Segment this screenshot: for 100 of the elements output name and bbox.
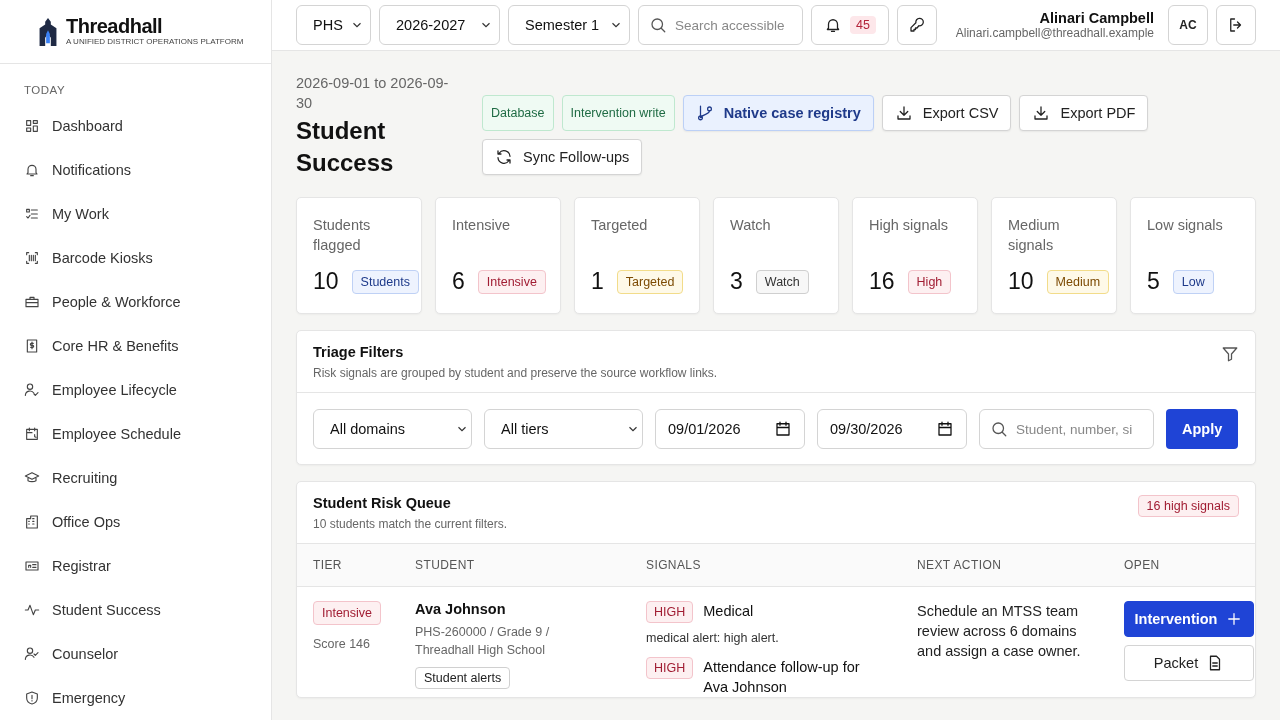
student-details: PHS-260000 / Grade 9 / Threadhall High School	[415, 624, 551, 659]
risk-score: Score 146	[313, 637, 370, 651]
sidebar-item[interactable]: Core HR & Benefits	[24, 324, 271, 368]
student-name: Ava Johnson	[415, 601, 506, 617]
column-header: SIGNALS	[646, 558, 702, 572]
user-check-icon	[24, 382, 40, 398]
stat-label: Low signals	[1147, 216, 1224, 235]
stat-label: Medium signals	[1008, 216, 1061, 255]
export-button[interactable]: Export PDF	[1019, 95, 1149, 131]
stat-label: High signals	[869, 216, 949, 235]
sidebar-item[interactable]: Notifications	[24, 148, 271, 192]
sidebar-item[interactable]: People & Workforce	[24, 280, 271, 324]
signal-title: Medical	[703, 602, 755, 621]
domain-select[interactable]: All domains	[313, 409, 472, 449]
next-action-text: Schedule an MTSS team review across 6 domains and assign a case owner.	[917, 602, 1082, 661]
sidebar-item[interactable]: Recruiting	[24, 456, 271, 500]
stat-value: 10	[313, 268, 339, 295]
select-field[interactable]: 2026-2027	[379, 5, 500, 45]
sidebar-item[interactable]: My Work	[24, 192, 271, 236]
sidebar-item[interactable]: Office Ops	[24, 500, 271, 544]
sync-button[interactable]: Sync Follow-ups	[482, 139, 643, 175]
stat-badge: Intensive	[477, 269, 546, 294]
brand-tagline: A UNIFIED DISTRICT OPERATIONS PLATFORM	[66, 37, 244, 47]
stat-value: 5	[1147, 268, 1160, 295]
panel-title: Student Risk Queue	[313, 495, 452, 511]
column-header: NEXT ACTION	[917, 558, 1003, 572]
calendar-clock-icon	[24, 426, 40, 442]
sidebar-item[interactable]: Employee Lifecycle	[24, 368, 271, 412]
sidebar-item[interactable]: Barcode Kiosks	[24, 236, 271, 280]
stat-label: Intensive	[452, 216, 512, 235]
signal-detail: medical alert: high alert.	[646, 631, 780, 645]
stat-badge: Watch	[755, 269, 809, 294]
signal-level-badge: HIGH	[646, 601, 694, 623]
column-header: TIER	[313, 558, 343, 572]
avatar-button[interactable]: AC	[1168, 5, 1208, 45]
stat-badge: High	[907, 269, 952, 294]
sidebar-item[interactable]: Dashboard	[24, 104, 271, 148]
student-search-field[interactable]: Student, number, si	[979, 409, 1154, 449]
shield-alert-icon	[24, 690, 40, 706]
refresh-icon	[495, 148, 513, 166]
tier-badge: Intensive	[313, 601, 382, 625]
barcode-icon	[24, 250, 40, 266]
export-button[interactable]: Export CSV	[881, 95, 1012, 131]
user-email: Alinari.campbell@threadhall.example	[955, 26, 1154, 40]
panel-title: Triage Filters	[313, 344, 405, 360]
high-signals-badge: 16 high signals	[1137, 495, 1239, 517]
download-icon	[1032, 104, 1051, 122]
calendar-icon	[774, 420, 792, 438]
stat-value: 1	[591, 268, 604, 295]
signal-title: Attendance follow-up for Ava Johnson	[703, 658, 861, 697]
panel-subtitle: Risk signals are grouped by student and preserve the source workflow links.	[313, 366, 718, 380]
stat-badge: Low	[1172, 269, 1214, 294]
briefcase-icon	[24, 294, 40, 310]
stat-value: 3	[730, 268, 743, 295]
checklist-icon	[24, 206, 40, 222]
download-icon	[894, 104, 913, 122]
user-name: Alinari Campbell	[1039, 10, 1154, 26]
date-field[interactable]: 09/30/2026	[817, 409, 967, 449]
date-range: 2026-09-01 to 2026-09-30	[296, 74, 450, 113]
sidebar-item[interactable]: Counselor	[24, 632, 271, 676]
page-title: Student Success	[296, 116, 395, 178]
id-card-icon	[24, 558, 40, 574]
brand-name: Threadhall	[66, 16, 164, 36]
select-field[interactable]: PHS	[296, 5, 371, 45]
date-field[interactable]: 09/01/2026	[655, 409, 805, 449]
packet-button[interactable]: Packet	[1124, 645, 1254, 681]
case-registry-button[interactable]: Native case registry	[682, 95, 874, 131]
stat-badge: Students	[351, 269, 419, 294]
branch-icon	[695, 104, 714, 122]
nav-section-label: TODAY	[24, 84, 67, 96]
stat-value: 10	[1008, 268, 1034, 295]
logout-button[interactable]	[1216, 5, 1256, 45]
calendar-icon	[936, 420, 954, 438]
apply-button[interactable]: Apply	[1166, 409, 1239, 449]
notification-count: 45	[850, 16, 876, 34]
receipt-icon	[24, 338, 40, 354]
source-tag: Student alerts	[415, 667, 511, 689]
search-field[interactable]: Search accessible	[638, 5, 803, 45]
select-field[interactable]: Semester 1	[508, 5, 630, 45]
sidebar-item[interactable]: Registrar	[24, 544, 271, 588]
tier-select[interactable]: All tiers	[484, 409, 643, 449]
stat-label: Watch	[730, 216, 772, 235]
key-icon	[908, 16, 926, 34]
key-button[interactable]	[897, 5, 937, 45]
notifications-button[interactable]: 45	[811, 5, 889, 45]
building-icon	[24, 514, 40, 530]
filter-icon	[1221, 345, 1239, 363]
sidebar-item[interactable]: Student Success	[24, 588, 271, 632]
stat-badge: Medium	[1046, 269, 1110, 294]
stat-badge: Targeted	[616, 269, 684, 294]
intervention-button[interactable]: Intervention	[1124, 601, 1254, 637]
signal-level-badge: HIGH	[646, 657, 694, 679]
sidebar-item[interactable]: Employee Schedule	[24, 412, 271, 456]
column-header: OPEN	[1124, 558, 1161, 572]
stat-label: Students flagged	[313, 216, 372, 255]
dashboard-icon	[24, 118, 40, 134]
stat-value: 6	[452, 268, 465, 295]
stat-value: 16	[869, 268, 895, 295]
sidebar-item[interactable]: Emergency	[24, 676, 271, 720]
stat-label: Targeted	[591, 216, 649, 235]
